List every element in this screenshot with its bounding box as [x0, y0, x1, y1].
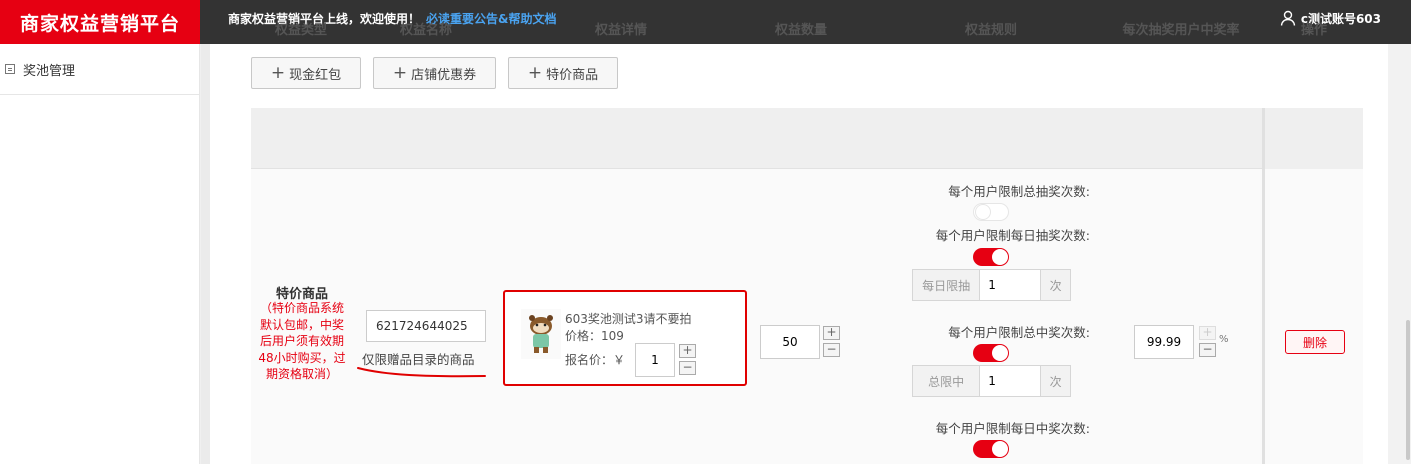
rule-daily-draw-group: 每日限抽 次 [912, 269, 1071, 301]
header-benefit-type: 权益类型 [274, 23, 327, 38]
brand-logo[interactable]: 商家权益营销平台 [0, 0, 200, 44]
header-win-rate: 每次抽奖用户中奖率 [1122, 23, 1240, 38]
benefit-quantity-input[interactable] [760, 325, 820, 359]
header-benefit-name: 权益名称 [399, 23, 452, 38]
rule-total-draw-label: 每个用户限制总抽奖次数: [948, 184, 1090, 199]
benefit-name-input[interactable] [366, 310, 486, 342]
sidebar-item-prize-pool[interactable]: 奖池管理 [0, 44, 199, 95]
rule-total-win-group: 总限中 次 [912, 365, 1071, 397]
plus-icon: + [270, 63, 286, 83]
table-header [251, 108, 1363, 169]
rule-daily-draw-input[interactable] [980, 270, 1041, 300]
rule-total-win-suffix: 次 [1040, 366, 1070, 396]
product-title: 603奖池测试3请不要拍 [565, 312, 692, 326]
benefit-type-note: （特价商品系统默认包邮，中奖后用户须有效期48小时购买，过期资格取消） [258, 301, 346, 381]
add-special-product-button[interactable]: + 特价商品 [508, 57, 618, 89]
signup-price-label: 报名价：￥ [565, 353, 626, 367]
header-benefit-detail: 权益详情 [594, 23, 647, 38]
rule-total-win-label: 每个用户限制总中奖次数: [948, 325, 1090, 340]
rule-total-win-input[interactable] [980, 366, 1041, 396]
sidebar: 奖池管理 [0, 44, 200, 464]
quantity-increase-button[interactable]: + [823, 326, 840, 340]
header-benefit-quantity: 权益数量 [774, 23, 827, 38]
list-icon [5, 64, 15, 74]
toggle-knob [992, 441, 1008, 457]
rule-daily-draw-label: 每个用户限制每日抽奖次数: [935, 228, 1090, 243]
plus-icon: + [392, 63, 408, 83]
rule-daily-draw-prefix: 每日限抽 [913, 270, 981, 300]
rule-daily-draw-suffix: 次 [1040, 270, 1070, 300]
win-rate-unit: % [1219, 334, 1229, 345]
button-label: 特价商品 [546, 67, 599, 83]
button-label: 店铺优惠券 [411, 67, 477, 83]
product-price: 价格：109 [565, 329, 624, 343]
add-shop-coupon-button[interactable]: + 店铺优惠券 [373, 57, 496, 89]
rule-daily-draw-toggle[interactable] [973, 248, 1009, 266]
header-benefit-rules: 权益规则 [964, 23, 1017, 38]
signup-price-increase-button[interactable]: + [679, 344, 696, 358]
content-gutter [201, 44, 210, 464]
quantity-decrease-button[interactable]: − [823, 343, 840, 357]
plus-icon: + [527, 63, 543, 83]
rule-total-win-prefix: 总限中 [913, 366, 981, 396]
sidebar-item-label: 奖池管理 [23, 63, 76, 79]
signup-price-input[interactable] [635, 343, 675, 377]
rule-total-win-toggle[interactable] [973, 344, 1009, 362]
delete-button[interactable]: 删除 [1285, 330, 1345, 354]
rule-daily-win-label: 每个用户限制每日中奖次数: [935, 421, 1090, 436]
signup-price-decrease-button[interactable]: − [679, 361, 696, 375]
header-operation: 操作 [1300, 23, 1327, 38]
win-rate-decrease-button[interactable]: − [1199, 343, 1216, 357]
win-rate-increase-button[interactable]: + [1199, 326, 1216, 340]
red-underline-annotation [357, 367, 486, 378]
rule-total-draw-toggle[interactable] [973, 203, 1009, 221]
button-label: 现金红包 [289, 67, 342, 83]
add-cash-redpacket-button[interactable]: + 现金红包 [251, 57, 361, 89]
operation-header-bg [1265, 108, 1363, 169]
toggle-knob [975, 204, 991, 220]
win-rate-input[interactable] [1134, 325, 1194, 359]
scrollbar[interactable] [1406, 320, 1410, 460]
rule-daily-win-toggle[interactable] [973, 440, 1009, 458]
product-detail-card: 603奖池测试3请不要拍 价格：109 报名价：￥ + − [503, 290, 747, 386]
product-thumbnail [521, 309, 561, 359]
toggle-knob [992, 249, 1008, 265]
toggle-knob [992, 345, 1008, 361]
